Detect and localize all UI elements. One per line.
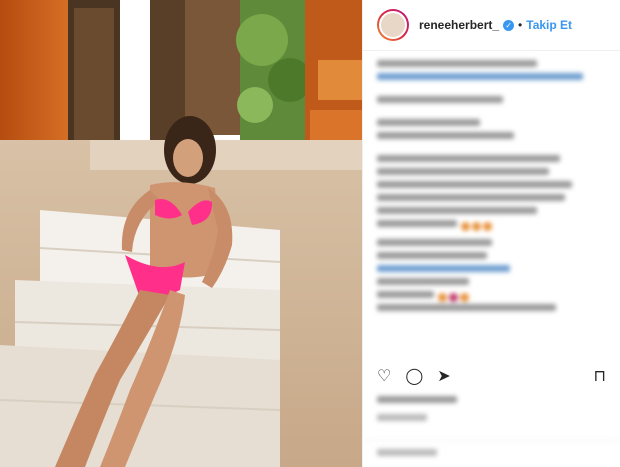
comment-item — [377, 252, 606, 259]
comment-item — [377, 291, 606, 304]
instagram-post: reneeherbert_ ✓ • Takip Et ♡ ◯ ➤ ⊓ — [0, 0, 620, 467]
comment-icon[interactable]: ◯ — [405, 366, 423, 386]
add-comment-field[interactable] — [363, 440, 620, 464]
comment-item — [377, 304, 606, 311]
post-header: reneeherbert_ ✓ • Takip Et — [363, 0, 620, 51]
comment-item — [377, 278, 606, 285]
comment-item — [377, 239, 606, 246]
comment-item — [377, 60, 606, 80]
avatar-image — [379, 11, 407, 39]
comments-list — [377, 60, 606, 317]
comment-item — [377, 119, 606, 139]
verified-badge-icon: ✓ — [503, 19, 515, 31]
avatar[interactable] — [377, 9, 409, 41]
comment-item — [377, 155, 606, 233]
post-date — [377, 414, 427, 427]
follow-button[interactable]: Takip Et — [526, 18, 572, 32]
comment-item — [377, 96, 606, 103]
likes-count[interactable] — [377, 396, 457, 409]
heart-icon[interactable]: ♡ — [377, 366, 391, 386]
post-sidebar: reneeherbert_ ✓ • Takip Et ♡ ◯ ➤ ⊓ — [362, 0, 620, 467]
separator: • — [518, 18, 523, 32]
post-photo-image — [0, 0, 362, 467]
bookmark-icon[interactable]: ⊓ — [594, 366, 606, 386]
comment-item — [377, 265, 606, 272]
action-bar: ♡ ◯ ➤ ⊓ — [377, 366, 606, 386]
share-icon[interactable]: ➤ — [437, 366, 450, 386]
post-photo[interactable] — [0, 0, 362, 467]
username[interactable]: reneeherbert_ — [419, 18, 499, 32]
